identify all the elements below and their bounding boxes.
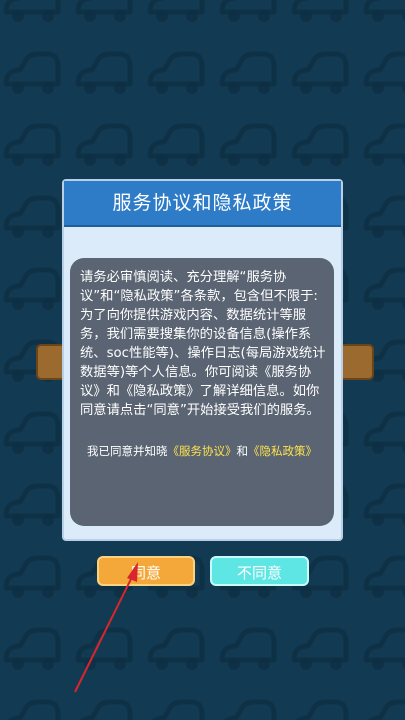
agree-button[interactable]: 同意 [97, 556, 195, 586]
privacy-policy-link[interactable]: 《隐私政策》 [248, 444, 317, 458]
right-side-tab [338, 344, 374, 380]
agree-prefix: 我已同意并知晓 [87, 444, 168, 458]
agree-line: 我已同意并知晓《服务协议》和《隐私政策》 [70, 443, 334, 459]
policy-text: 请务必审慎阅读、充分理解“服务协议”和“隐私政策”各条款，包含但不限于:为了向你… [80, 270, 326, 418]
dialog-title: 服务协议和隐私政策 [64, 181, 341, 227]
service-agreement-link[interactable]: 《服务协议》 [168, 444, 237, 458]
and-text: 和 [236, 444, 249, 458]
dialog-body: 请务必审慎阅读、充分理解“服务协议”和“隐私政策”各条款，包含但不限于:为了向你… [70, 258, 334, 526]
privacy-dialog: 服务协议和隐私政策 请务必审慎阅读、充分理解“服务协议”和“隐私政策”各条款，包… [62, 179, 343, 541]
disagree-button[interactable]: 不同意 [210, 556, 309, 586]
